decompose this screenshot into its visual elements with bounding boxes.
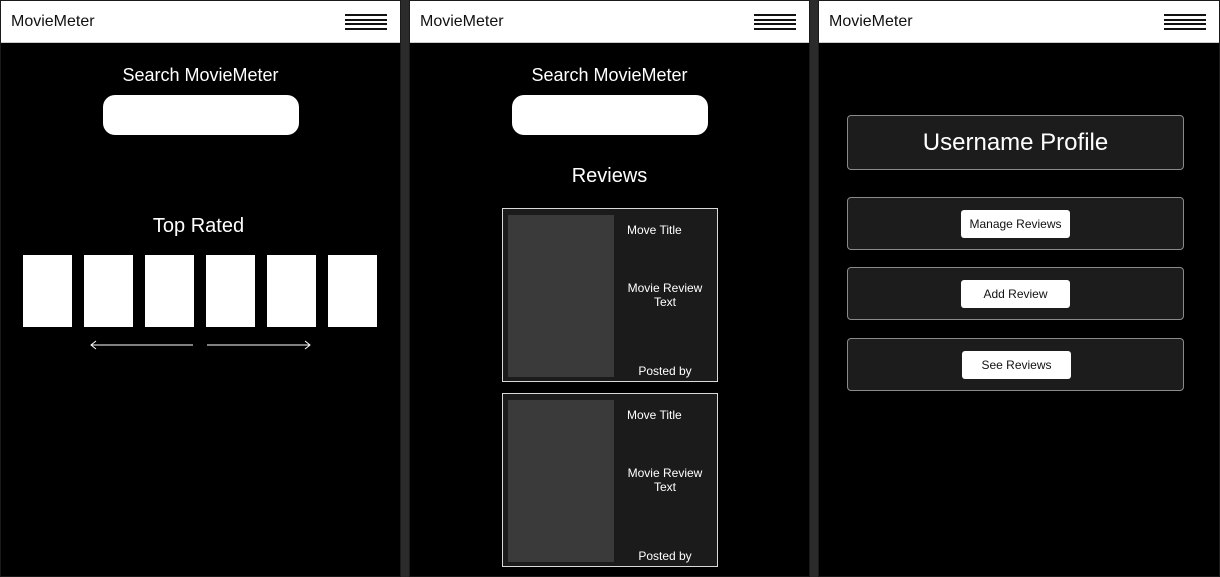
arrow-right-icon[interactable]	[206, 339, 312, 351]
brand-logo[interactable]: MovieMeter	[11, 13, 95, 31]
reviews-screen: MovieMeter Search MovieMeter Reviews Mov…	[409, 0, 810, 577]
review-poster	[508, 400, 614, 562]
hamburger-menu-icon[interactable]	[345, 14, 387, 30]
movie-poster[interactable]	[145, 255, 194, 327]
movie-poster[interactable]	[267, 255, 316, 327]
movie-poster[interactable]	[84, 255, 133, 327]
review-movie-title: Move Title	[627, 408, 682, 422]
profile-title: Username Profile	[847, 115, 1184, 170]
top-bar: MovieMeter	[1, 1, 400, 43]
home-screen: MovieMeter Search MovieMeter Top Rated	[0, 0, 401, 577]
arrow-left-icon[interactable]	[89, 339, 195, 351]
add-review-button[interactable]: Add Review	[961, 280, 1070, 308]
hamburger-menu-icon[interactable]	[754, 14, 796, 30]
movie-poster[interactable]	[23, 255, 72, 327]
manage-reviews-button[interactable]: Manage Reviews	[961, 210, 1070, 238]
brand-logo[interactable]: MovieMeter	[829, 13, 913, 31]
review-posted-by: Posted by	[638, 364, 692, 378]
top-rated-carousel	[23, 255, 377, 327]
manage-reviews-panel: Manage Reviews	[847, 197, 1184, 250]
review-movie-title: Move Title	[627, 223, 682, 237]
top-rated-title: Top Rated	[152, 215, 245, 237]
brand-logo[interactable]: MovieMeter	[420, 13, 504, 31]
review-card[interactable]: Move Title Movie Review Text Posted by	[502, 208, 718, 382]
reviews-title: Reviews	[571, 165, 648, 187]
profile-screen: MovieMeter Username Profile Manage Revie…	[818, 0, 1220, 577]
see-reviews-panel: See Reviews	[847, 338, 1184, 391]
review-text: Movie Review Text	[627, 466, 703, 494]
search-input[interactable]	[512, 95, 708, 135]
review-text: Movie Review Text	[627, 281, 703, 309]
review-card[interactable]: Move Title Movie Review Text Posted by	[502, 393, 718, 567]
review-poster	[508, 215, 614, 377]
top-bar: MovieMeter	[819, 1, 1219, 43]
search-title: Search MovieMeter	[122, 65, 279, 85]
movie-poster[interactable]	[206, 255, 255, 327]
search-input[interactable]	[103, 95, 299, 135]
review-posted-by: Posted by	[638, 549, 692, 563]
add-review-panel: Add Review	[847, 267, 1184, 320]
hamburger-menu-icon[interactable]	[1164, 14, 1206, 30]
search-title: Search MovieMeter	[531, 65, 688, 85]
top-bar: MovieMeter	[410, 1, 809, 43]
movie-poster[interactable]	[328, 255, 377, 327]
see-reviews-button[interactable]: See Reviews	[962, 351, 1071, 379]
